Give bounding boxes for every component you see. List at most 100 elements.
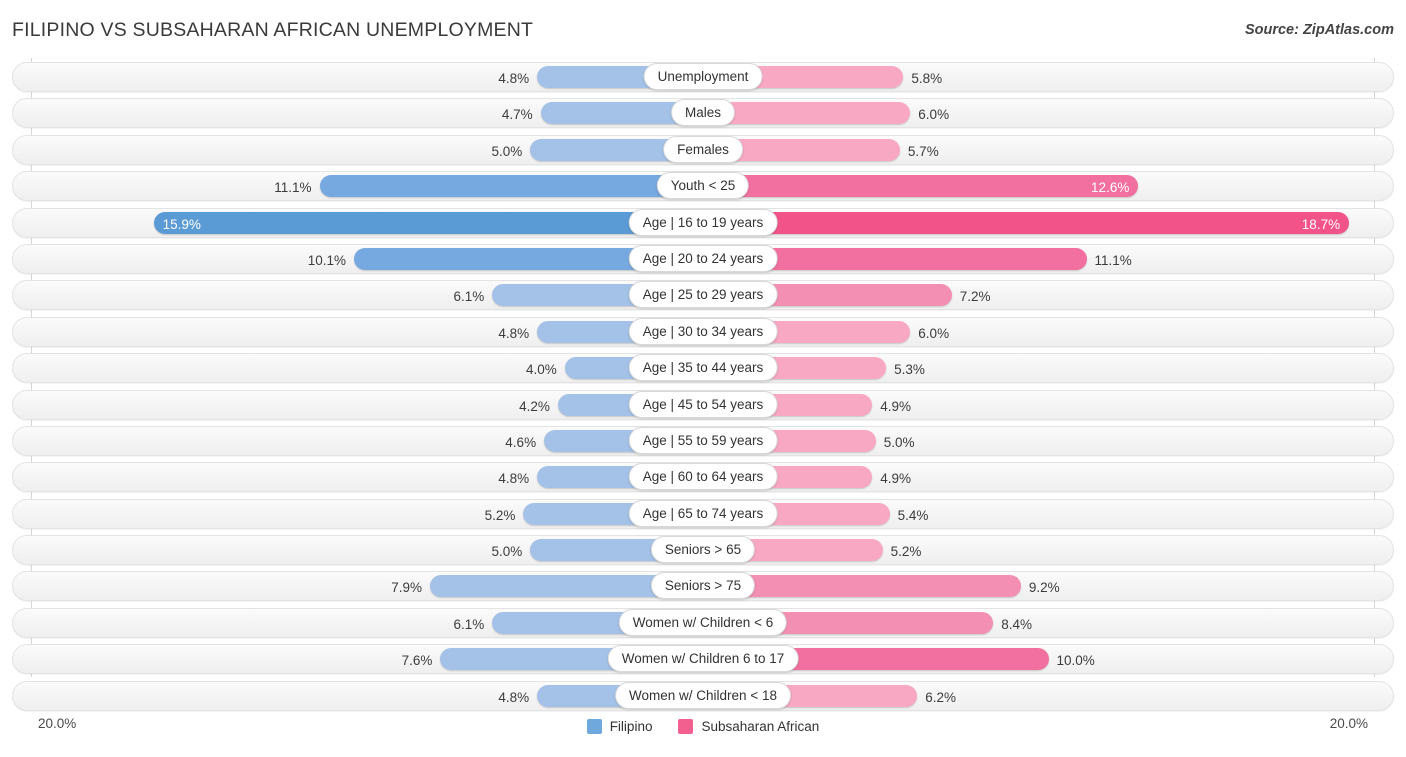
row-label-pill: Age | 65 to 74 years (629, 500, 778, 527)
row-bars: 4.2% 4.9% Age | 45 to 54 years (0, 390, 1406, 420)
row-bars: 5.2% 5.4% Age | 65 to 74 years (0, 499, 1406, 529)
value-label-subsaharan-african: 5.0% (884, 428, 915, 458)
chart-footer: 20.0% 20.0% FilipinoSubsaharan African (0, 713, 1406, 757)
row-bars: 4.7%6.0%Males (0, 98, 1406, 128)
chart-source: Source: ZipAtlas.com (1245, 22, 1394, 38)
value-label-subsaharan-african: 7.2% (960, 282, 991, 312)
row-bars: 4.8% 6.0% Age | 30 to 34 years (0, 317, 1406, 347)
value-label-subsaharan-african: 4.9% (880, 464, 911, 494)
chart-row: 5.2% 5.4% Age | 65 to 74 years (0, 497, 1406, 533)
value-label-filipino: 5.0% (491, 137, 522, 167)
row-label-pill: Seniors > 75 (651, 572, 755, 599)
chart-row: 6.1% 8.4% Women w/ Children < 6 (0, 606, 1406, 642)
chart-row: 4.6% 5.0% Age | 55 to 59 years (0, 424, 1406, 460)
bar-filipino[interactable] (320, 175, 704, 197)
value-label-filipino: 4.2% (519, 392, 550, 422)
chart-row: 5.0%5.7%Females (0, 133, 1406, 169)
row-label-pill: Age | 20 to 24 years (629, 245, 778, 272)
legend-label: Filipino (610, 719, 653, 734)
value-label-subsaharan-african: 6.0% (918, 319, 949, 349)
value-label-subsaharan-african: 9.2% (1029, 573, 1060, 603)
chart-row: 5.0% 5.2% Seniors > 65 (0, 533, 1406, 569)
chart-row: 4.7%6.0%Males (0, 96, 1406, 132)
bar-subsaharan-african[interactable] (703, 175, 1138, 197)
chart-page: FILIPINO VS SUBSAHARAN AFRICAN UNEMPLOYM… (0, 0, 1406, 757)
chart-legend: Filipino Subsaharan African (0, 719, 1406, 734)
row-label-pill: Age | 60 to 64 years (629, 463, 778, 490)
chart-row: 10.1% 11.1% Age | 20 to 24 years (0, 242, 1406, 278)
chart-row: 6.1% 7.2% Age | 25 to 29 years (0, 278, 1406, 314)
row-label-pill: Women w/ Children 6 to 17 (608, 645, 799, 672)
value-label-filipino: 4.8% (498, 464, 529, 494)
row-bars: 4.8% 6.2% Women w/ Children < 18 (0, 681, 1406, 711)
legend-swatch-icon (678, 719, 693, 734)
row-label-pill: Age | 35 to 44 years (629, 354, 778, 381)
chart-row: 4.2% 4.9% Age | 45 to 54 years (0, 388, 1406, 424)
row-bars: 4.8% 5.8% Unemployment (0, 62, 1406, 92)
value-label-subsaharan-african: 4.9% (880, 392, 911, 422)
chart-row: 7.6%10.0%Women w/ Children 6 to 17 (0, 642, 1406, 678)
row-bars: 4.0%5.3%Age | 35 to 44 years (0, 353, 1406, 383)
bar-subsaharan-african[interactable] (703, 212, 1349, 234)
value-label-filipino: 5.2% (485, 501, 516, 531)
chart-header: FILIPINO VS SUBSAHARAN AFRICAN UNEMPLOYM… (0, 0, 1406, 58)
row-label-pill: Females (663, 136, 743, 163)
value-label-filipino: 10.1% (308, 246, 346, 276)
chart-row: 4.8% 4.9% Age | 60 to 64 years (0, 460, 1406, 496)
row-bars: 5.0% 5.2% Seniors > 65 (0, 535, 1406, 565)
value-label-filipino: 11.1% (274, 173, 311, 203)
row-label-pill: Age | 30 to 34 years (629, 318, 778, 345)
legend-item[interactable]: Filipino (587, 719, 653, 734)
row-label-pill: Women w/ Children < 6 (619, 609, 787, 636)
value-label-subsaharan-african: 12.6% (1084, 173, 1129, 203)
row-bars: 15.9% 18.7% Age | 16 to 19 years (0, 208, 1406, 238)
value-label-subsaharan-african: 5.8% (911, 64, 942, 94)
row-label-pill: Age | 45 to 54 years (629, 391, 778, 418)
chart-row: 4.8% 6.0% Age | 30 to 34 years (0, 315, 1406, 351)
row-bars: 6.1% 7.2% Age | 25 to 29 years (0, 280, 1406, 310)
row-label-pill: Males (671, 99, 735, 126)
value-label-filipino: 7.6% (402, 646, 433, 676)
row-label-pill: Women w/ Children < 18 (615, 682, 791, 709)
row-bars: 4.8% 4.9% Age | 60 to 64 years (0, 462, 1406, 492)
row-label-pill: Youth < 25 (657, 172, 749, 199)
value-label-filipino: 7.9% (391, 573, 422, 603)
value-label-filipino: 5.0% (491, 537, 522, 567)
value-label-subsaharan-african: 6.2% (925, 683, 956, 713)
bar-filipino[interactable] (154, 212, 703, 234)
row-bars: 7.6%10.0%Women w/ Children 6 to 17 (0, 644, 1406, 674)
chart-row: 15.9% 18.7% Age | 16 to 19 years (0, 206, 1406, 242)
value-label-filipino: 4.6% (505, 428, 536, 458)
row-label-pill: Age | 16 to 19 years (629, 209, 778, 236)
value-label-subsaharan-african: 5.4% (898, 501, 929, 531)
chart-plot-area: 4.8%5.8%Unemployment4.7%6.0%Males5.0%5.7… (0, 58, 1406, 717)
row-bars: 10.1% 11.1% Age | 20 to 24 years (0, 244, 1406, 274)
value-label-filipino: 15.9% (163, 210, 201, 240)
chart-row: 4.8% 5.8% Unemployment (0, 60, 1406, 96)
value-label-subsaharan-african: 6.0% (918, 100, 949, 130)
value-label-filipino: 4.0% (526, 355, 557, 385)
chart-rows: 4.8%5.8%Unemployment4.7%6.0%Males5.0%5.7… (0, 60, 1406, 715)
row-label-pill: Age | 55 to 59 years (629, 427, 778, 454)
chart-row: 4.0%5.3%Age | 35 to 44 years (0, 351, 1406, 387)
row-bars: 4.6% 5.0% Age | 55 to 59 years (0, 426, 1406, 456)
row-label-pill: Seniors > 65 (651, 536, 755, 563)
row-bars: 11.1% 12.6% Youth < 25 (0, 171, 1406, 201)
legend-item[interactable]: Subsaharan African (678, 719, 819, 734)
value-label-filipino: 4.8% (498, 683, 529, 713)
value-label-subsaharan-african: 11.1% (1095, 246, 1132, 276)
row-bars: 6.1% 8.4% Women w/ Children < 6 (0, 608, 1406, 638)
value-label-filipino: 6.1% (453, 282, 484, 312)
value-label-subsaharan-african: 5.2% (891, 537, 922, 567)
value-label-filipino: 4.8% (498, 64, 529, 94)
value-label-filipino: 4.8% (498, 319, 529, 349)
value-label-subsaharan-african: 18.7% (1295, 210, 1340, 240)
row-bars: 5.0%5.7%Females (0, 135, 1406, 165)
value-label-filipino: 6.1% (453, 610, 484, 640)
row-label-pill: Unemployment (644, 63, 763, 90)
legend-swatch-icon (587, 719, 602, 734)
row-bars: 7.9% 9.2% Seniors > 75 (0, 571, 1406, 601)
row-label-pill: Age | 25 to 29 years (629, 281, 778, 308)
chart-row: 11.1% 12.6% Youth < 25 (0, 169, 1406, 205)
value-label-subsaharan-african: 8.4% (1001, 610, 1032, 640)
